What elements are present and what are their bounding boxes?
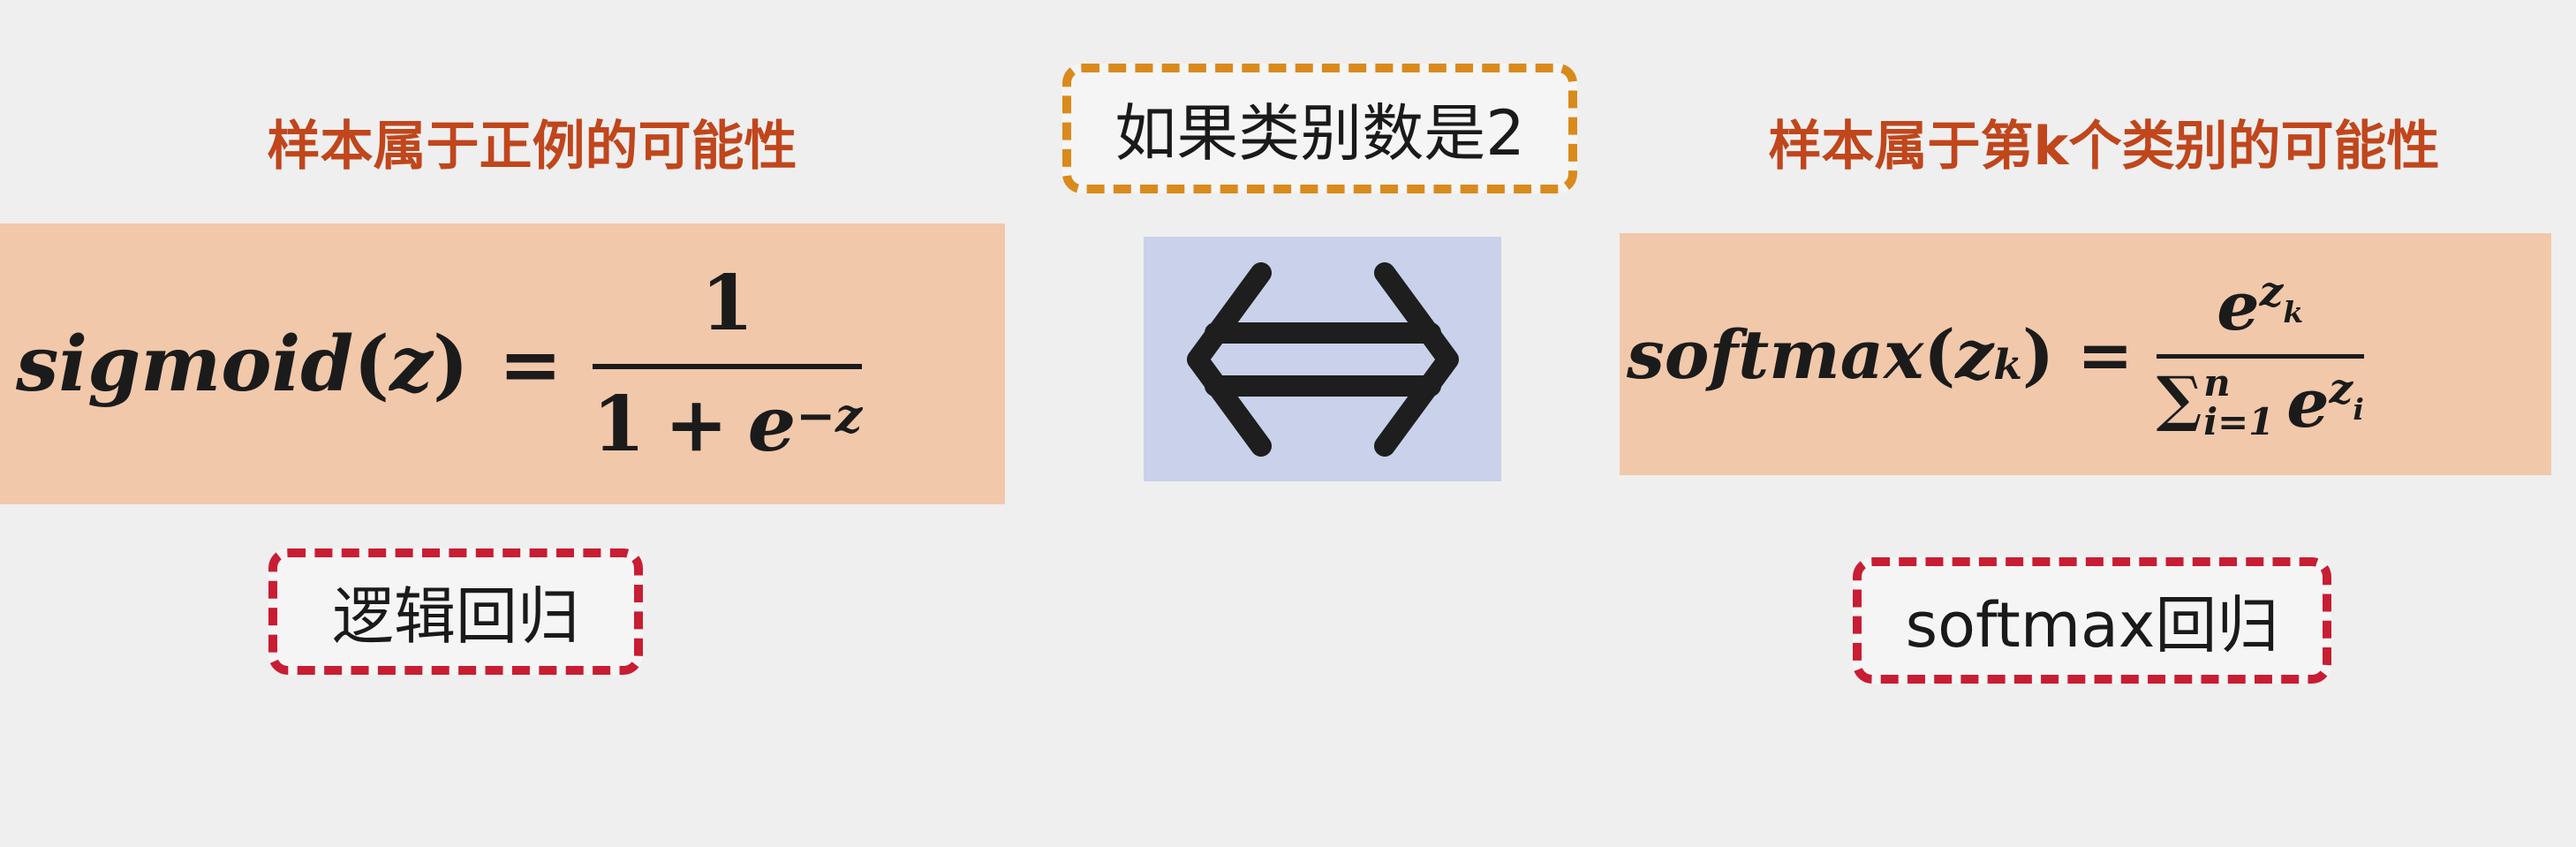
sigmoid-numerator: 1 <box>700 259 754 348</box>
double-arrow-icon <box>1186 261 1459 457</box>
softmax-arg: z <box>1955 314 1994 394</box>
sum-symbol: ∑ <box>2156 364 2202 435</box>
sigmoid-equals: = <box>498 319 563 409</box>
sigmoid-formula: sigmoid (z) = 1 1 + e −z <box>16 259 863 469</box>
softmax-fraction: e zk ∑ n i=1 e zi <box>2156 266 2364 443</box>
softmax-func: softmax <box>1627 314 1924 394</box>
sum-upper: n <box>2203 361 2231 405</box>
softmax-formula-box: softmax (z k) = e zk ∑ n i=1 e zi <box>1620 233 2551 475</box>
right-caption: 样本属于第k个类别的可能性 <box>1768 116 2440 178</box>
sigmoid-base: e <box>747 380 797 469</box>
softmax-den-exp: z <box>2329 365 2353 414</box>
left-caption: 样本属于正例的可能性 <box>267 116 797 178</box>
logistic-regression-tag: 逻辑回归 <box>268 548 643 675</box>
softmax-equals: = <box>2077 314 2134 394</box>
sigmoid-arg: z <box>389 319 433 409</box>
softmax-regression-tag: softmax回归 <box>1853 557 2331 684</box>
sigmoid-denominator-one: 1 <box>592 380 646 469</box>
softmax-num-exp-sub: k <box>2283 294 2304 329</box>
sigmoid-formula-box: sigmoid (z) = 1 1 + e −z <box>0 223 1005 504</box>
sigmoid-fraction: 1 1 + e −z <box>592 259 863 469</box>
softmax-num-base: e <box>2217 266 2260 345</box>
binary-class-tag: 如果类别数是2 <box>1062 64 1577 193</box>
sum-lower: i=1 <box>2203 400 2275 443</box>
sigmoid-plus: + <box>664 380 729 469</box>
softmax-arg-sub: k <box>1993 340 2023 389</box>
softmax-formula: softmax (z k) = e zk ∑ n i=1 e zi <box>1627 266 2364 443</box>
equivalence-arrow-box <box>1144 237 1501 481</box>
sigmoid-exponent: −z <box>796 388 863 443</box>
softmax-num-exp: z <box>2259 268 2284 317</box>
softmax-den-exp-sub: i <box>2353 391 2364 427</box>
sigmoid-func: sigmoid <box>16 319 354 409</box>
softmax-den-base: e <box>2286 363 2330 442</box>
